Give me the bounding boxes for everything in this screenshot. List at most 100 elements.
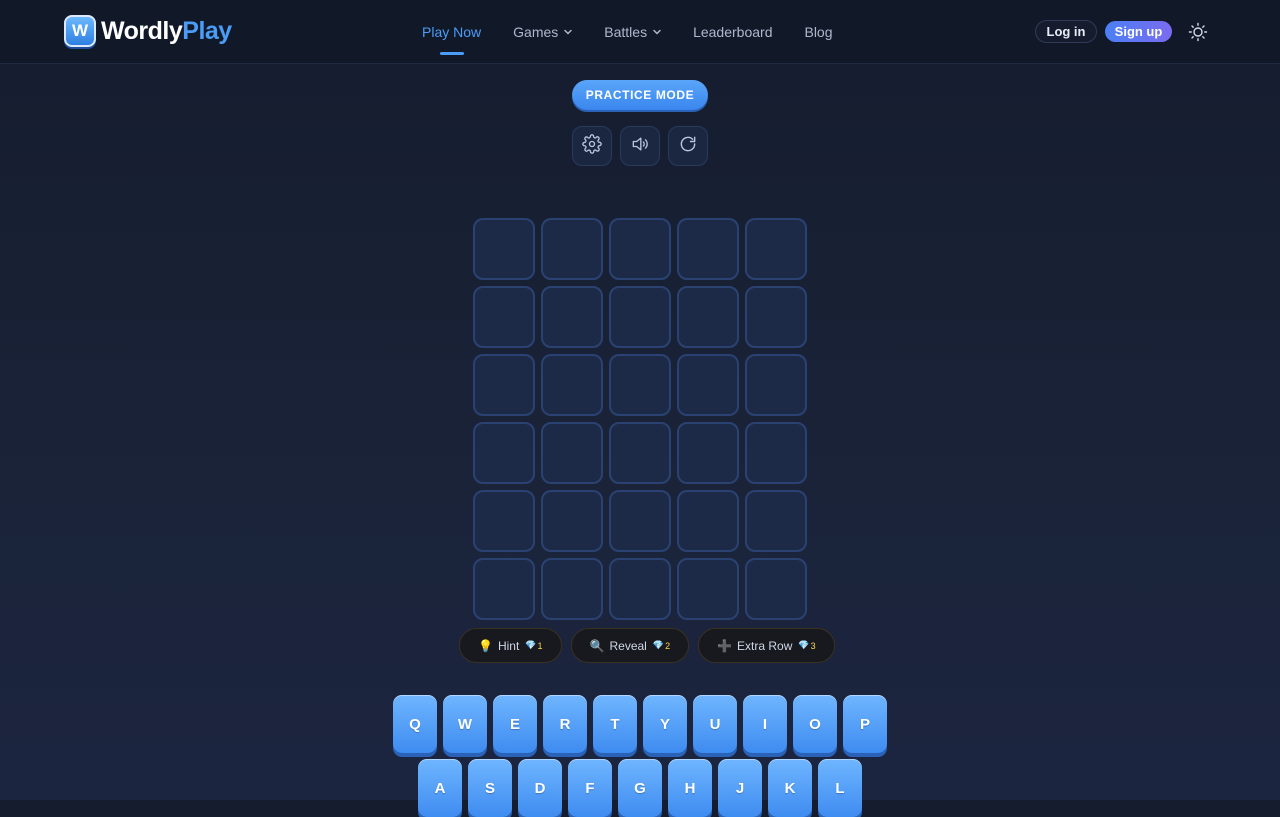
keyboard-row-1: QWERTYUIOP [393, 695, 887, 753]
grid-tile [609, 286, 671, 348]
practice-mode-button[interactable]: PRACTICE MODE [572, 80, 708, 110]
key-o[interactable]: O [793, 695, 837, 753]
grid-tile [473, 422, 535, 484]
grid-tile [473, 218, 535, 280]
nav-label: Blog [804, 24, 833, 40]
grid-tile [745, 286, 807, 348]
key-j[interactable]: J [718, 759, 762, 817]
nav-battles[interactable]: Battles [604, 0, 661, 64]
cost-value: 3 [810, 640, 816, 651]
nav-blog[interactable]: Blog [804, 0, 832, 64]
nav-leaderboard[interactable]: Leaderboard [693, 0, 772, 64]
extra-row-button[interactable]: ➕ Extra Row 💎 3 [698, 628, 835, 663]
key-i[interactable]: I [743, 695, 787, 753]
grid-tile [541, 422, 603, 484]
powerup-label: Hint [497, 638, 520, 653]
logo-text-part2: Play [182, 16, 232, 45]
key-e[interactable]: E [493, 695, 537, 753]
hint-button[interactable]: 💡 Hint 💎 1 [459, 628, 562, 663]
diamond-icon: 💎 [798, 640, 810, 650]
chevron-down-icon [564, 27, 573, 37]
settings-button[interactable] [572, 126, 612, 166]
key-w[interactable]: W [443, 695, 487, 753]
nav-label: Games [513, 24, 559, 40]
grid-tile [609, 354, 671, 416]
grid-tile [677, 354, 739, 416]
grid-tile [745, 218, 807, 280]
chevron-down-icon [653, 27, 661, 37]
key-f[interactable]: F [568, 759, 612, 817]
key-g[interactable]: G [618, 759, 662, 817]
grid-tile [677, 286, 739, 348]
main-nav: Play Now Games Battles Leaderboard Blog [422, 0, 865, 64]
logo[interactable]: W WordlyPlay [64, 15, 232, 47]
grid-tile [677, 558, 739, 620]
gear-icon [582, 133, 602, 159]
speaker-icon [630, 134, 650, 159]
letter-grid [473, 218, 807, 620]
grid-tile [609, 218, 671, 280]
key-a[interactable]: A [418, 759, 462, 817]
nav-label: Play Now [422, 24, 482, 40]
nav-label: Battles [604, 24, 648, 40]
powerup-label: Reveal [609, 638, 647, 653]
site-header: W WordlyPlay Play Now Games Battles Lead… [0, 0, 1280, 64]
key-t[interactable]: T [593, 695, 637, 753]
reveal-button[interactable]: 🔍 Reveal 💎 2 [570, 628, 690, 663]
key-r[interactable]: R [543, 695, 587, 753]
key-l[interactable]: L [818, 759, 862, 817]
powerup-label: Extra Row [737, 638, 793, 653]
cost-value: 1 [537, 640, 543, 651]
grid-tile [473, 490, 535, 552]
sound-button[interactable] [620, 126, 660, 166]
grid-tile [541, 218, 603, 280]
cost-badge: 💎 2 [653, 640, 670, 651]
key-s[interactable]: S [468, 759, 512, 817]
grid-tile [473, 286, 535, 348]
nav-play-now[interactable]: Play Now [422, 0, 481, 64]
magnifier-icon: 🔍 [589, 638, 605, 653]
grid-tile [541, 354, 603, 416]
game-toolbar [572, 126, 708, 166]
refresh-icon [678, 134, 698, 159]
nav-games[interactable]: Games [513, 0, 573, 64]
grid-tile [745, 354, 807, 416]
key-d[interactable]: D [518, 759, 562, 817]
cost-value: 2 [665, 640, 671, 651]
grid-tile [745, 422, 807, 484]
keyboard-row-2: ASDFGHJKL [418, 759, 862, 817]
cost-badge: 💎 1 [525, 640, 542, 651]
lightbulb-icon: 💡 [478, 638, 493, 653]
plus-icon: ➕ [717, 638, 733, 653]
sun-icon[interactable] [1186, 20, 1210, 44]
grid-tile [745, 490, 807, 552]
grid-tile [473, 354, 535, 416]
grid-tile [677, 490, 739, 552]
grid-tile [609, 490, 671, 552]
grid-tile [541, 558, 603, 620]
key-q[interactable]: Q [393, 695, 437, 753]
key-u[interactable]: U [693, 695, 737, 753]
diamond-icon: 💎 [652, 640, 665, 650]
restart-button[interactable] [668, 126, 708, 166]
logo-text: WordlyPlay [101, 17, 232, 46]
grid-tile [609, 422, 671, 484]
logo-text-part1: Wordly [101, 16, 183, 45]
login-button[interactable]: Log in [1035, 20, 1097, 43]
grid-tile [609, 558, 671, 620]
logo-badge: W [64, 15, 96, 47]
key-k[interactable]: K [768, 759, 812, 817]
key-y[interactable]: Y [643, 695, 687, 753]
cost-badge: 💎 3 [798, 640, 815, 651]
key-p[interactable]: P [843, 695, 887, 753]
key-h[interactable]: H [668, 759, 712, 817]
powerups-bar: 💡 Hint 💎 1 🔍 Reveal 💎 2 ➕ Extra Row 💎 3 [459, 628, 835, 663]
signup-button[interactable]: Sign up [1105, 21, 1172, 42]
grid-tile [677, 422, 739, 484]
grid-tile [677, 218, 739, 280]
diamond-icon: 💎 [525, 640, 537, 650]
grid-tile [541, 490, 603, 552]
grid-tile [473, 558, 535, 620]
grid-tile [745, 558, 807, 620]
grid-tile [541, 286, 603, 348]
